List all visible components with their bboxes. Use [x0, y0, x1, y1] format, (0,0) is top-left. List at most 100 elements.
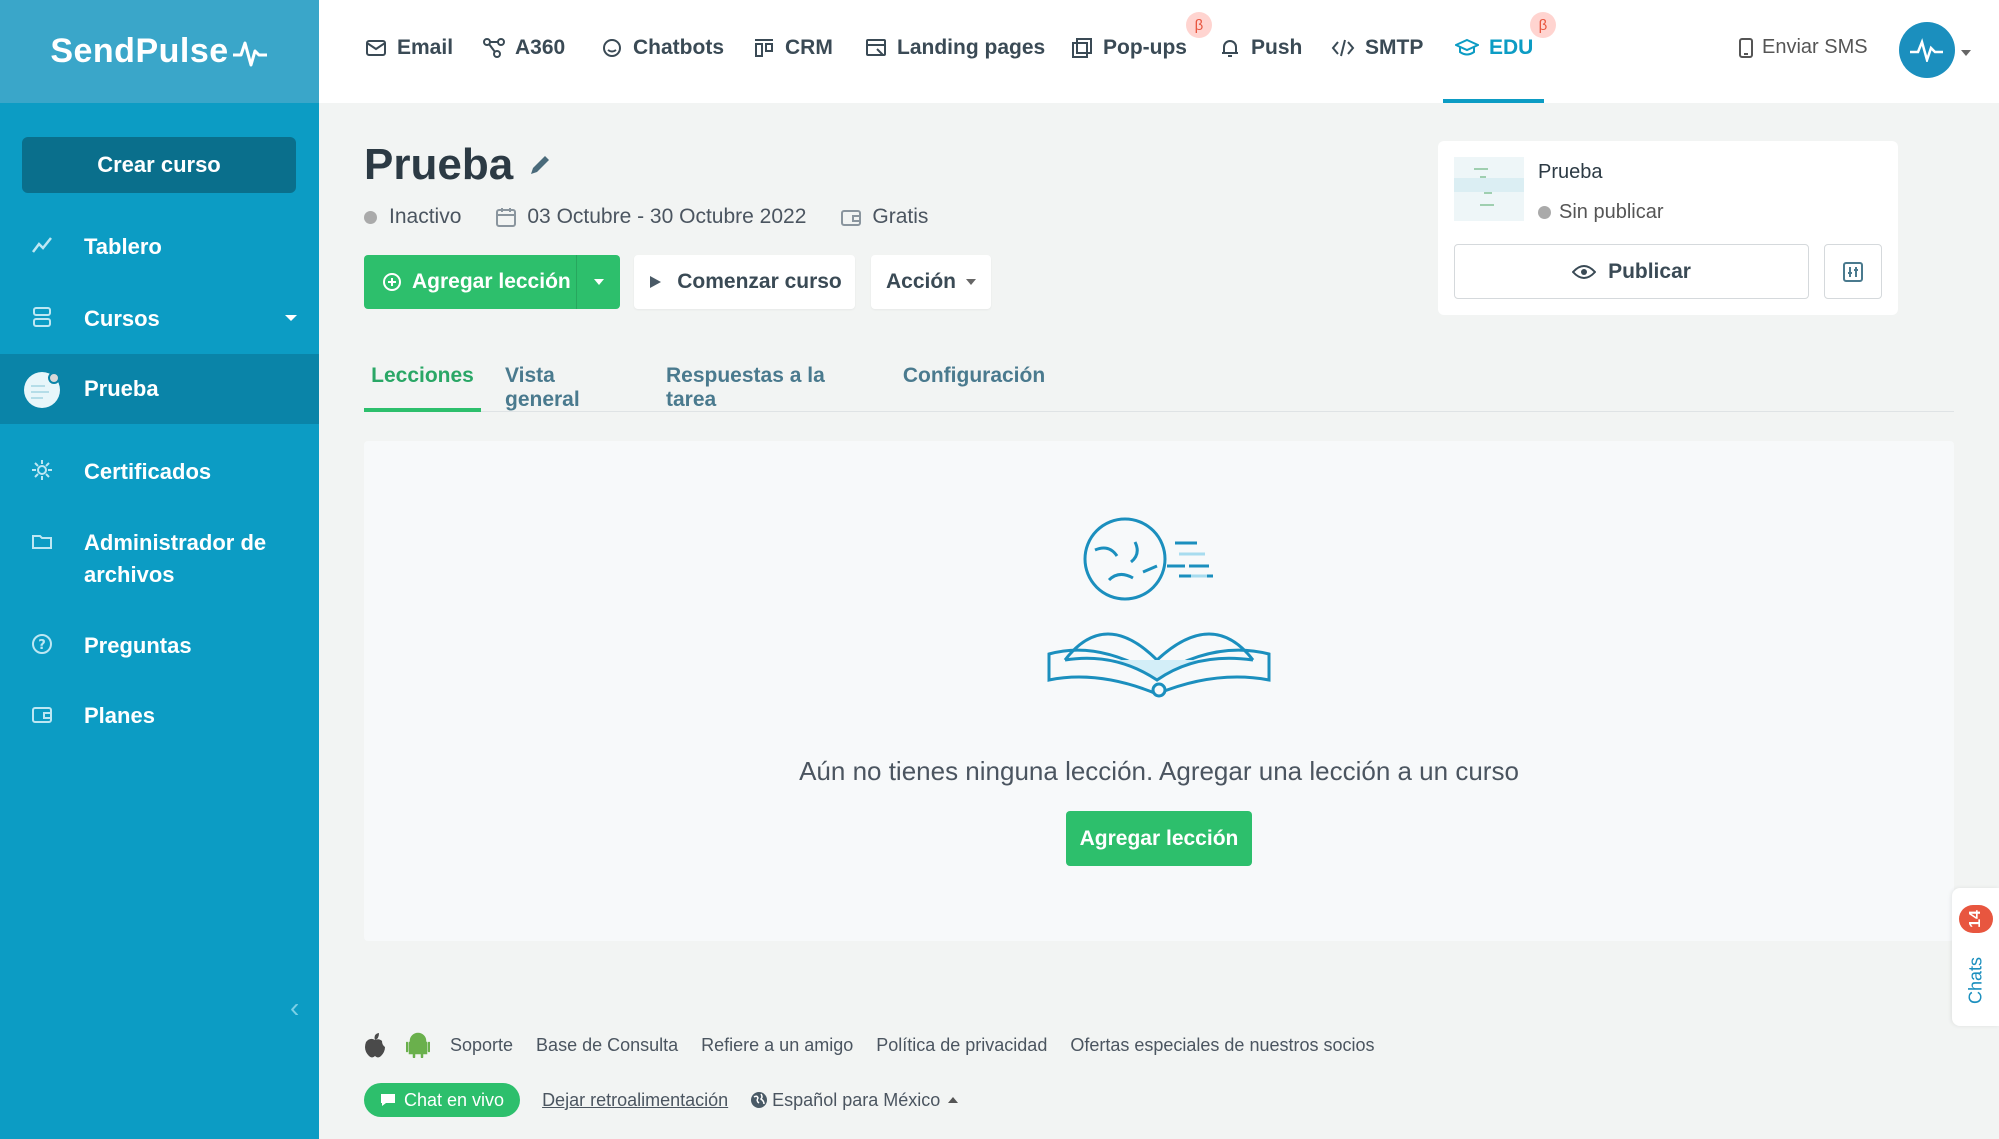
add-lesson-dropdown[interactable]: [576, 255, 620, 309]
add-lesson-button[interactable]: Agregar lección: [364, 255, 576, 309]
sidebar-item-label-line2: archivos: [84, 562, 175, 587]
topnav-edu[interactable]: EDU: [1455, 30, 1533, 66]
sidebar: SendPulse Crear curso Tablero Cursos Pru…: [0, 0, 319, 1139]
question-icon: ?: [0, 630, 84, 656]
sidebar-item-prueba[interactable]: Prueba: [0, 354, 319, 424]
publish-button[interactable]: Publicar: [1454, 244, 1809, 299]
start-course-button[interactable]: Comenzar curso: [634, 255, 855, 309]
lessons-panel: Aún no tienes ninguna lección. Agregar u…: [364, 441, 1954, 941]
tab-respuestas[interactable]: Respuestas a la tarea: [666, 362, 876, 412]
chats-count-badge: 14: [1959, 905, 1993, 933]
pulse-avatar-icon: [1910, 38, 1943, 62]
code-icon: [1331, 39, 1355, 57]
course-meta: Inactivo 03 Octubre - 30 Octubre 2022 Gr…: [364, 205, 962, 229]
user-avatar[interactable]: [1899, 22, 1955, 78]
collapse-sidebar-icon[interactable]: ‹: [290, 992, 299, 1024]
topnav-crm[interactable]: CRM: [753, 30, 833, 66]
beta-badge-popups: β: [1186, 12, 1212, 38]
apple-icon[interactable]: [364, 1032, 386, 1058]
mail-icon: [366, 40, 386, 56]
sidebar-item-planes[interactable]: Planes: [0, 700, 319, 740]
sidebar-item-label: Cursos: [84, 306, 160, 331]
language-selector[interactable]: Español para México: [750, 1089, 959, 1111]
tab-lecciones[interactable]: Lecciones: [364, 362, 481, 412]
sidebar-item-label: Tablero: [84, 234, 162, 259]
chevron-down-icon: [593, 279, 604, 285]
send-sms-link[interactable]: Enviar SMS: [1738, 36, 1868, 59]
phone-icon: [1739, 37, 1753, 58]
chevron-down-icon[interactable]: [285, 315, 297, 321]
action-label: Acción: [885, 270, 956, 293]
course-dates: 03 Octubre - 30 Octubre 2022: [495, 205, 806, 229]
topnav-push[interactable]: Push: [1219, 30, 1302, 66]
chart-line-icon: [0, 231, 84, 257]
wallet-icon: [841, 210, 862, 226]
empty-add-lesson-button[interactable]: Agregar lección: [1066, 811, 1252, 866]
course-thumbnail: [1454, 157, 1524, 221]
topnav-landing-pages[interactable]: Landing pages: [865, 30, 1045, 66]
brand-logo[interactable]: SendPulse: [0, 0, 319, 103]
sidebar-item-certificados[interactable]: Certificados: [0, 456, 319, 496]
status-text: Inactivo: [389, 205, 462, 228]
popup-icon: [1072, 38, 1092, 58]
topnav-smtp[interactable]: SMTP: [1331, 30, 1423, 66]
course-avatar-icon: [0, 369, 84, 409]
footer-link-referral[interactable]: Refiere a un amigo: [701, 1035, 853, 1056]
dates-text: 03 Octubre - 30 Octubre 2022: [527, 205, 807, 228]
topnav-label: Landing pages: [897, 36, 1046, 59]
topnav-email[interactable]: Email: [365, 30, 453, 66]
tab-vista-general[interactable]: Vista general: [505, 362, 633, 412]
footer-link-privacy[interactable]: Política de privacidad: [876, 1035, 1047, 1056]
tab-configuracion[interactable]: Configuración: [903, 362, 1045, 412]
empty-state-message: Aún no tienes ninguna lección. Agregar u…: [799, 756, 1519, 786]
footer-link-knowledge-base[interactable]: Base de Consulta: [536, 1035, 678, 1056]
active-tab-underline: [1443, 99, 1544, 103]
sidebar-item-cursos[interactable]: Cursos: [0, 303, 319, 343]
sidebar-item-tablero[interactable]: Tablero: [0, 231, 319, 271]
settings-sliders-button[interactable]: [1824, 244, 1882, 299]
footer-link-support[interactable]: Soporte: [450, 1035, 513, 1056]
top-navigation: Email A360 Chatbots CRM Landing pages Po…: [319, 0, 1999, 103]
add-lesson-split-button: Agregar lección: [364, 255, 620, 309]
globe-icon: [751, 1092, 768, 1108]
folder-icon: [0, 527, 84, 553]
chevron-down-icon: [966, 279, 976, 285]
chats-widget[interactable]: 14 Chats: [1952, 888, 1999, 1026]
topnav-a360[interactable]: A360: [483, 30, 565, 66]
chats-label: Chats: [1965, 956, 1986, 1005]
footer-link-partner-offers[interactable]: Ofertas especiales de nuestros socios: [1070, 1035, 1374, 1056]
topnav-chatbots[interactable]: Chatbots: [601, 30, 724, 66]
kanban-icon: [755, 39, 773, 57]
language-label: Español para México: [772, 1089, 941, 1110]
user-menu-chevron-icon[interactable]: [1961, 50, 1971, 56]
sidebar-item-preguntas[interactable]: ? Preguntas: [0, 630, 319, 670]
status-dot: [364, 210, 377, 224]
pencil-icon[interactable]: [527, 152, 553, 178]
page-title: Prueba: [364, 140, 553, 190]
status-dot: [1538, 206, 1551, 219]
sidebar-item-label: Planes: [84, 703, 155, 728]
brand-name: SendPulse: [50, 32, 229, 70]
topnav-label: Push: [1251, 36, 1303, 59]
live-chat-button[interactable]: Chat en vivo: [364, 1083, 521, 1117]
feedback-link[interactable]: Dejar retroalimentación: [542, 1090, 728, 1111]
topnav-label: EDU: [1489, 36, 1534, 59]
chat-bubble-icon: [603, 39, 621, 57]
topnav-label: CRM: [785, 36, 833, 59]
sliders-icon: [1843, 261, 1863, 282]
sidebar-item-label: Certificados: [84, 459, 212, 484]
topnav-label: Pop-ups: [1103, 36, 1187, 59]
sidebar-item-label-group: Administrador de archivos: [84, 527, 266, 591]
send-sms-label: Enviar SMS: [1762, 36, 1868, 58]
gear-icon: [0, 456, 84, 482]
pulse-logo-icon: [232, 41, 267, 66]
create-course-button[interactable]: Crear curso: [22, 137, 296, 193]
action-dropdown[interactable]: Acción: [871, 255, 991, 309]
sidebar-item-administrador-archivos[interactable]: Administrador de archivos: [0, 527, 319, 595]
chat-icon: [381, 1094, 395, 1106]
open-book-illustration: [1047, 517, 1271, 698]
topnav-popups[interactable]: Pop-ups: [1071, 30, 1187, 66]
android-icon[interactable]: [406, 1032, 430, 1058]
publish-card: Prueba Sin publicar Publicar: [1438, 141, 1898, 315]
topnav-label: A360: [515, 36, 566, 59]
